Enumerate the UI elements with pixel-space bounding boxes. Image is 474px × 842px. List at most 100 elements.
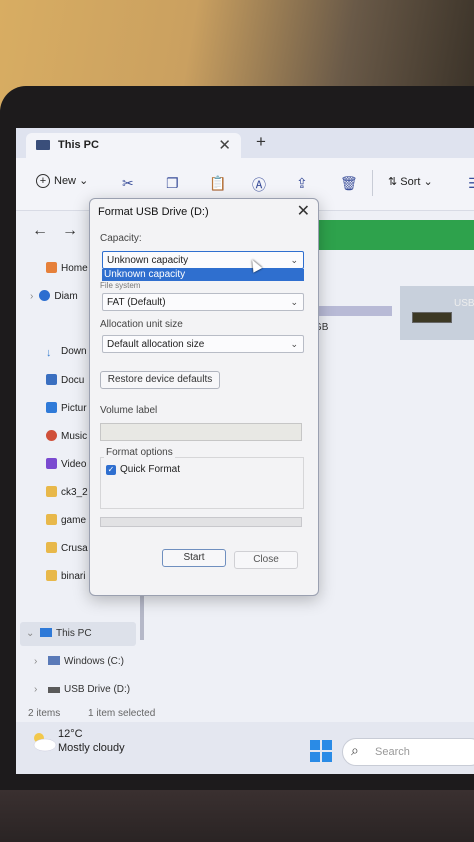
allocation-select[interactable]: Default allocation size ⌄ bbox=[102, 335, 304, 353]
new-button[interactable]: + New ⌄ bbox=[36, 174, 88, 188]
usb-drive-tile[interactable]: USB bbox=[400, 286, 474, 340]
folder-icon bbox=[46, 542, 57, 553]
home-icon bbox=[46, 262, 57, 273]
folder-icon bbox=[46, 514, 57, 525]
copy-icon[interactable]: ❐ bbox=[166, 175, 179, 192]
cloudy-weather-icon bbox=[33, 733, 57, 752]
windows-start-icon[interactable] bbox=[310, 740, 332, 762]
new-tab-button[interactable]: + bbox=[256, 132, 266, 152]
cut-icon[interactable]: ✂ bbox=[122, 175, 134, 192]
drive-usage-bar bbox=[314, 306, 392, 316]
tree-item-windows-c[interactable]: › Windows (C:) bbox=[34, 656, 124, 674]
chevron-down-icon: ⌄ bbox=[26, 628, 35, 639]
back-arrow-icon[interactable]: ← bbox=[32, 222, 48, 240]
forward-arrow-icon[interactable]: → bbox=[62, 222, 78, 240]
tree-item-this-pc[interactable]: ⌄ This PC bbox=[26, 628, 92, 646]
capacity-value: Unknown capacity bbox=[107, 255, 189, 266]
picture-icon bbox=[46, 402, 57, 413]
allocation-label: Allocation unit size bbox=[100, 319, 183, 330]
sidebar-item-onedrive[interactable]: › Diam bbox=[30, 290, 78, 308]
video-icon bbox=[46, 458, 57, 469]
filesystem-select[interactable]: FAT (Default) ⌄ bbox=[102, 293, 304, 311]
sort-button[interactable]: ⇅ Sort ⌄ bbox=[388, 175, 433, 188]
volume-label-input[interactable] bbox=[100, 423, 302, 441]
filesystem-label: File system bbox=[100, 281, 141, 290]
sidebar-label: Home bbox=[61, 263, 88, 274]
music-icon bbox=[46, 430, 57, 441]
tab-bar: This PC ✕ + bbox=[16, 128, 474, 158]
download-icon: ↓ bbox=[46, 347, 52, 359]
format-options-label: Format options bbox=[104, 447, 175, 458]
new-label: New bbox=[54, 175, 77, 187]
sidebar-item-folder[interactable]: binari bbox=[46, 570, 85, 588]
screen: This PC ✕ + + New ⌄ ✂ ❐ 📋 Ⓐ ⇪ 🗑 ⇅ Sort ⌄ … bbox=[16, 128, 474, 774]
document-icon bbox=[46, 374, 57, 385]
folder-icon bbox=[46, 486, 57, 497]
sidebar-item-documents[interactable]: Docu bbox=[46, 374, 84, 392]
sidebar-item-music[interactable]: Music bbox=[46, 430, 87, 448]
chevron-down-icon: ⌄ bbox=[423, 176, 433, 188]
search-placeholder: Search bbox=[375, 746, 410, 758]
chevron-down-icon: ⌄ bbox=[290, 297, 298, 307]
tree-label: This PC bbox=[56, 628, 92, 639]
sidebar-label: Crusa bbox=[61, 543, 88, 554]
sidebar-item-folder[interactable]: game bbox=[46, 514, 86, 532]
monitor-icon bbox=[40, 628, 52, 637]
tab-close-icon[interactable]: ✕ bbox=[218, 136, 231, 154]
desk-surface bbox=[0, 790, 474, 842]
sidebar-label: Diam bbox=[54, 291, 78, 302]
usb-drive-icon bbox=[412, 312, 452, 323]
start-button[interactable]: Start bbox=[162, 549, 226, 567]
sidebar-item-videos[interactable]: Video bbox=[46, 458, 86, 476]
chevron-right-icon: › bbox=[34, 656, 38, 667]
restore-defaults-button[interactable]: Restore device defaults bbox=[100, 371, 220, 389]
toolbar-separator bbox=[372, 170, 373, 196]
paste-icon[interactable]: 📋 bbox=[209, 175, 226, 192]
delete-icon[interactable]: 🗑 bbox=[340, 175, 358, 192]
rename-icon[interactable]: Ⓐ bbox=[252, 175, 266, 195]
capacity-select[interactable]: Unknown capacity ⌄ bbox=[102, 251, 304, 269]
drive-icon bbox=[48, 656, 60, 665]
close-button[interactable]: Close bbox=[234, 551, 298, 569]
scroll-divider bbox=[140, 594, 144, 640]
sidebar-label: Music bbox=[61, 431, 88, 442]
sidebar-label: game bbox=[61, 515, 87, 526]
dialog-title: Format USB Drive (D:) bbox=[98, 206, 209, 218]
status-selection: 1 item selected bbox=[88, 708, 156, 719]
quick-format-label: Quick Format bbox=[120, 464, 181, 475]
filesystem-value: FAT (Default) bbox=[107, 297, 166, 308]
tab-this-pc[interactable]: This PC ✕ bbox=[26, 133, 241, 158]
dialog-close-icon[interactable]: ✕ bbox=[297, 201, 310, 221]
taskbar-search[interactable]: ⌕ Search bbox=[342, 738, 474, 766]
tab-title: This PC bbox=[58, 139, 99, 151]
sidebar-label: Down bbox=[61, 346, 87, 357]
capacity-option[interactable]: Unknown capacity bbox=[102, 269, 304, 281]
sidebar-item-folder[interactable]: Crusa bbox=[46, 542, 88, 560]
tree-item-usb-d[interactable]: › USB Drive (D:) bbox=[34, 684, 130, 702]
chevron-down-icon: ⌄ bbox=[79, 175, 89, 187]
tree-label: USB Drive (D:) bbox=[64, 684, 131, 695]
sidebar-item-home[interactable]: Home bbox=[46, 262, 88, 280]
sidebar-item-folder[interactable]: ck3_2 bbox=[46, 486, 88, 504]
chevron-right-icon: › bbox=[30, 291, 34, 302]
cloud-icon bbox=[39, 290, 51, 301]
sidebar-label: Pictur bbox=[61, 403, 87, 414]
weather-temperature[interactable]: 12°C bbox=[58, 728, 83, 740]
sidebar-item-downloads[interactable]: ↓ Down bbox=[46, 346, 87, 364]
status-item-count: 2 items bbox=[28, 708, 61, 719]
capacity-label: Capacity: bbox=[100, 233, 142, 244]
more-options-icon[interactable]: ☰ bbox=[468, 175, 474, 192]
format-progress-bar bbox=[100, 517, 302, 527]
sidebar-label: ck3_2 bbox=[61, 487, 88, 498]
allocation-value: Default allocation size bbox=[107, 339, 205, 350]
sidebar-label: binari bbox=[61, 571, 86, 582]
weather-condition[interactable]: Mostly cloudy bbox=[58, 742, 125, 754]
address-bar-highlight bbox=[316, 220, 474, 250]
tree-label: Windows (C:) bbox=[64, 656, 125, 667]
quick-format-checkbox[interactable]: ✓ bbox=[106, 465, 116, 475]
sidebar-item-pictures[interactable]: Pictur bbox=[46, 402, 87, 420]
taskbar: 12°C Mostly cloudy ⌕ Search bbox=[16, 722, 474, 774]
share-icon[interactable]: ⇪ bbox=[296, 175, 308, 192]
sidebar-label: Docu bbox=[61, 375, 85, 386]
plus-circle-icon: + bbox=[36, 174, 50, 188]
